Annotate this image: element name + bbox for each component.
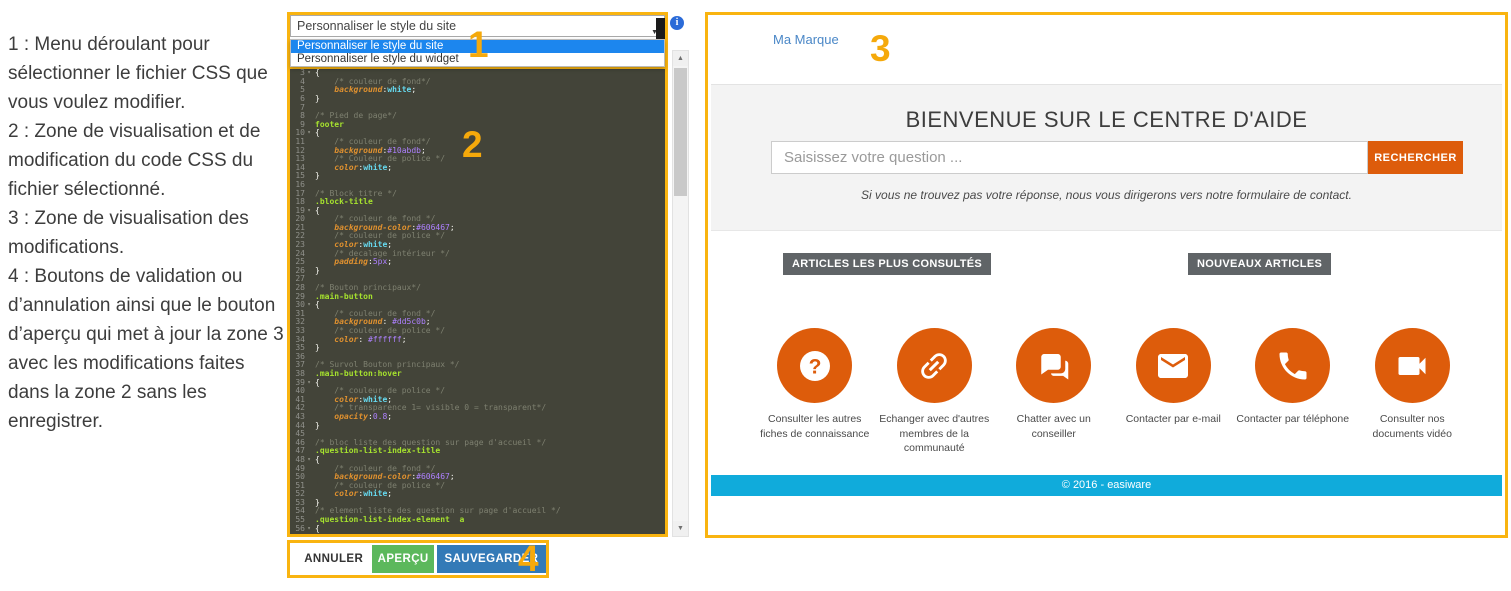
quick-link-label: Contacter par téléphone [1233,412,1353,427]
code-line: 14 color:white; [287,164,668,173]
scrollbar-thumb[interactable] [674,68,687,196]
quick-links: ? Consulter les autres fiches de connaiss… [755,328,1472,456]
code-line: 8/* Pied de page*/ [287,112,668,121]
code-line: 18.block-title [287,198,668,207]
search-bar: RECHERCHER [771,141,1463,174]
quick-link-label: Contacter par e-mail [1114,412,1234,427]
hero-title: BIENVENUE SUR LE CENTRE D'AIDE [711,107,1502,133]
quick-link-item[interactable]: Echanger avec d'autres membres de la com… [875,328,995,456]
quick-link-item[interactable]: Consulter nos documents vidéo [1353,328,1473,456]
code-lines: 12header3▾{4 /* couleur de fond*/5 backg… [287,48,668,533]
code-line: 15} [287,172,668,181]
zone4-number-label: 4 [518,540,539,577]
scroll-down-icon[interactable]: ▼ [673,521,688,536]
quick-link-label: Echanger avec d'autres membres de la com… [875,412,995,456]
preview-button[interactable]: APERÇU [372,545,433,573]
code-line: 26} [287,267,668,276]
svg-text:?: ? [808,355,821,378]
quick-link-label: Consulter nos documents vidéo [1353,412,1473,441]
mail-icon[interactable] [1136,328,1211,403]
code-line: 47.question-list-index-title [287,447,668,456]
video-icon[interactable] [1375,328,1450,403]
quick-link-label: Consulter les autres fiches de connaissa… [755,412,875,441]
phone-icon[interactable] [1255,328,1330,403]
section-title-new-articles: NOUVEAUX ARTICLES [1188,253,1331,275]
options-scrollbar[interactable] [656,18,665,39]
css-code-editor[interactable]: 12header3▾{4 /* couleur de fond*/5 backg… [287,48,668,537]
chat-icon[interactable] [1016,328,1091,403]
code-line: 25 padding:5px; [287,258,668,267]
preview-footer: © 2016 - easiware [711,475,1502,496]
code-line: 34 color: #ffffff; [287,336,668,345]
search-input[interactable] [771,141,1368,174]
instructions-text: 1 : Menu déroulant pour sélectionner le … [8,30,288,436]
info-icon[interactable]: i [670,16,684,30]
hero-banner: BIENVENUE SUR LE CENTRE D'AIDE RECHERCHE… [711,84,1502,231]
zone2-number-label: 2 [462,126,483,163]
brand-link[interactable]: Ma Marque [773,32,839,47]
code-line: 55.question-list-index-element a [287,516,668,525]
quick-link-label: Chatter avec un conseiller [994,412,1114,441]
zone4-annotation-frame: ANNULER APERÇU SAUVEGARDER [287,540,549,578]
code-line: 43 opacity:0.8; [287,413,668,422]
quick-link-item[interactable]: Chatter avec un conseiller [994,328,1114,456]
quick-link-item[interactable]: Contacter par téléphone [1233,328,1353,456]
quick-link-item[interactable]: ? Consulter les autres fiches de connaiss… [755,328,875,456]
zone3-number-label: 3 [870,30,891,67]
code-line: 35} [287,344,668,353]
code-line: 6} [287,95,668,104]
code-line: 52 color:white; [287,490,668,499]
instruction-item-4: 4 : Boutons de validation ou d’annulatio… [8,262,288,436]
instruction-item-1: 1 : Menu déroulant pour sélectionner le … [8,30,288,117]
hero-helper-text: Si vous ne trouvez pas votre réponse, no… [711,188,1502,202]
preview-panel: Ma Marque BIENVENUE SUR LE CENTRE D'AIDE… [705,12,1508,538]
scroll-up-icon[interactable]: ▲ [673,51,688,66]
page: 1 : Menu déroulant pour sélectionner le … [0,0,1511,591]
code-line: 5 background:white; [287,86,668,95]
editor-scrollbar[interactable]: ▲ ▼ [672,50,689,537]
question-icon[interactable]: ? [777,328,852,403]
search-button[interactable]: RECHERCHER [1368,141,1463,174]
cancel-button[interactable]: ANNULER [298,545,369,573]
code-line: 38.main-button:hover [287,370,668,379]
code-line: 29.main-button [287,293,668,302]
zone1-number-label: 1 [468,26,489,63]
code-line: 56▾{ [287,525,668,534]
instruction-item-2: 2 : Zone de visualisation et de modifica… [8,117,288,204]
instruction-item-3: 3 : Zone de visualisation des modificati… [8,204,288,262]
code-line: 44} [287,422,668,431]
file-select-value: Personnaliser le style du site [297,19,456,33]
quick-link-item[interactable]: Contacter par e-mail [1114,328,1234,456]
section-title-most-viewed: ARTICLES LES PLUS CONSULTÉS [783,253,991,275]
link-icon[interactable] [897,328,972,403]
